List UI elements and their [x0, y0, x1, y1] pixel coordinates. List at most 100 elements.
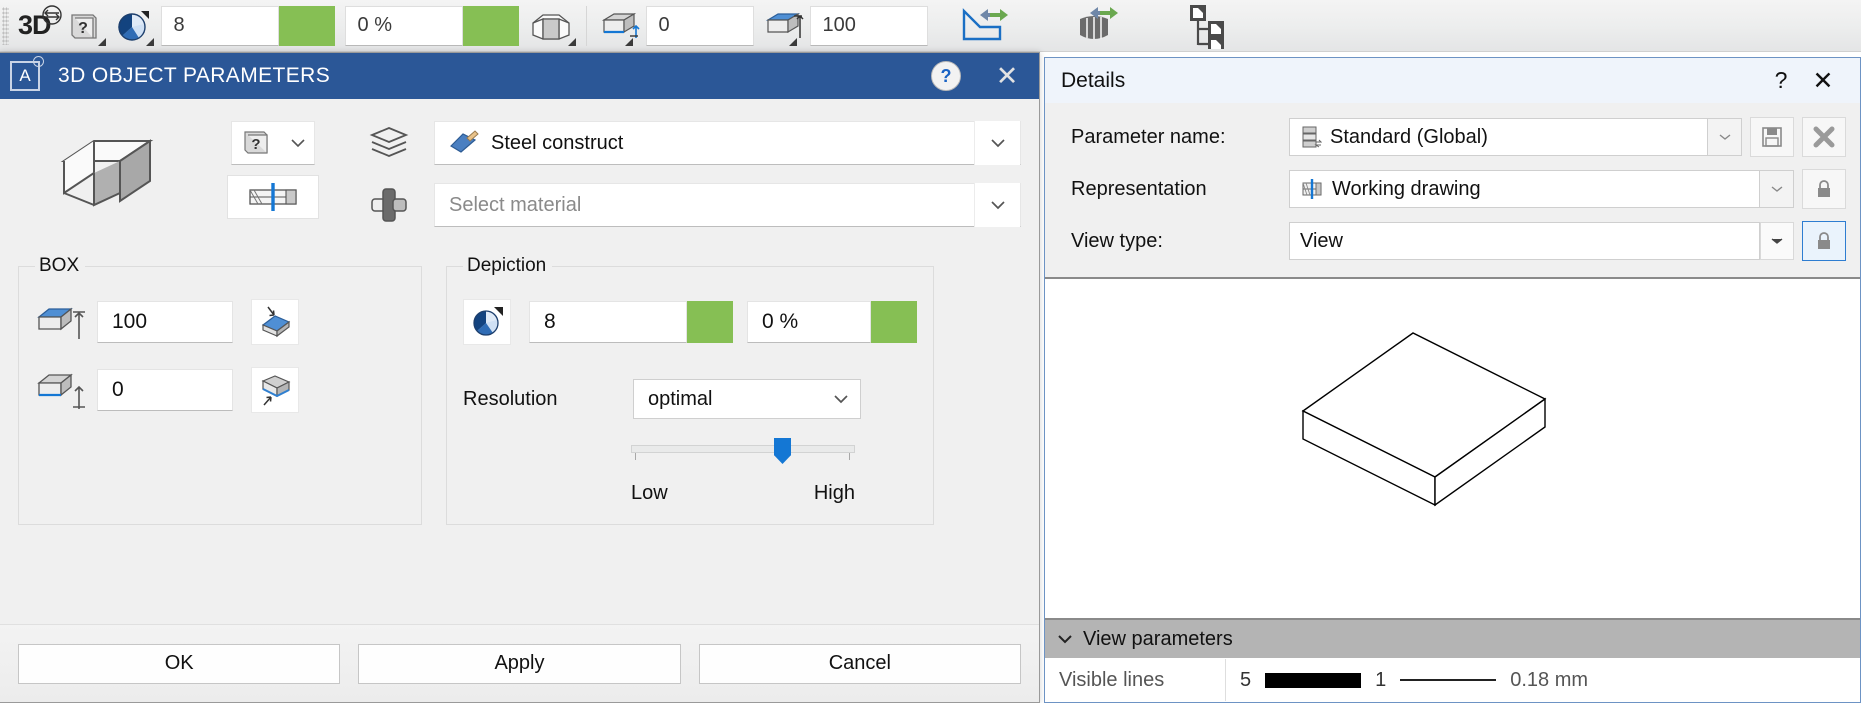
box-top-arrow-icon-wrap [35, 301, 97, 343]
vp-pen-swatch[interactable] [1265, 673, 1361, 688]
material-cross-icon [368, 186, 410, 224]
slider-low-label: Low [631, 482, 668, 505]
resolution-value: optimal [648, 388, 712, 411]
view-parameters-row[interactable]: Visible lines 5 1 0.18 mm [1045, 658, 1860, 702]
layer-combo[interactable]: Steel construct [434, 121, 1021, 165]
vp-linetype-preview[interactable] [1400, 679, 1496, 681]
toolbar-3d-label: 3D [13, 0, 60, 52]
object-parameters-dialog: A 3D OBJECT PARAMETERS ? ✕ [0, 52, 1040, 703]
representation-input[interactable]: Working drawing [1289, 170, 1760, 208]
apply-button[interactable]: Apply [358, 644, 680, 684]
toolbar-base-height-field[interactable]: 0 [595, 0, 759, 52]
section-lines-icon [244, 181, 302, 213]
box-base-arrow-icon [35, 369, 91, 411]
view-type-dropdown[interactable] [1760, 222, 1794, 260]
layer-row: Steel construct [368, 121, 1021, 165]
box-top-height-input[interactable]: 100 [97, 301, 233, 343]
vp-pen-number: 5 [1240, 669, 1251, 692]
material-combo[interactable]: Select material [434, 183, 1021, 227]
view-type-input[interactable]: View [1289, 222, 1760, 260]
fill-color-swatch[interactable] [463, 6, 519, 46]
cancel-button[interactable]: Cancel [699, 644, 1021, 684]
save-icon [1761, 126, 1783, 148]
resolution-slider[interactable]: Low High [631, 445, 855, 505]
dropdown-marker-icon [625, 38, 633, 46]
representation-lock-button[interactable] [1802, 169, 1846, 209]
depiction-pen-input[interactable]: 8 [529, 301, 687, 343]
view-parameters-header[interactable]: View parameters [1045, 620, 1860, 658]
dialog-title-bar[interactable]: A 3D OBJECT PARAMETERS ? ✕ [0, 53, 1039, 99]
toolbar-pen-thickness-field[interactable]: 8 [156, 0, 340, 52]
base-height-input[interactable]: 0 [646, 6, 754, 46]
profile-arrows-icon [956, 5, 1016, 47]
toolbar-hierarchy-button[interactable] [1175, 0, 1237, 52]
box-base-pick-button[interactable] [251, 367, 299, 413]
details-title-bar[interactable]: Details ? ✕ [1045, 58, 1860, 103]
representation-dropdown[interactable] [1760, 170, 1794, 208]
view-type-label: View type: [1071, 230, 1289, 253]
details-title: Details [1061, 69, 1762, 93]
depiction-pen-swatch[interactable] [687, 301, 733, 343]
dialog-title: 3D OBJECT PARAMETERS [58, 64, 931, 88]
pen-color-swatch[interactable] [279, 6, 335, 46]
chevron-down-icon [290, 137, 306, 149]
material-icon-wrap [368, 186, 434, 224]
app-icon: A [10, 61, 40, 91]
box-top-arrow-icon [35, 301, 91, 343]
depiction-transparency-swatch[interactable] [871, 301, 917, 343]
save-parameter-button[interactable] [1750, 117, 1794, 157]
box-top-icon [764, 8, 806, 44]
dialog-footer: OK Apply Cancel [0, 624, 1039, 702]
toolbar-separator [586, 6, 587, 46]
toolbar-top-height-field[interactable]: 100 [759, 0, 933, 52]
toolbar-solid-shape-button[interactable] [524, 0, 578, 52]
details-help-button[interactable]: ? [1762, 67, 1800, 94]
depiction-transparency-input[interactable]: 0 % [747, 301, 871, 343]
depiction-group: Depiction [446, 255, 934, 525]
toolbar-curved-extrude-button[interactable] [1063, 0, 1133, 52]
section-view-button[interactable] [227, 175, 319, 219]
top-height-input[interactable]: 100 [810, 6, 928, 46]
toolbar-object-type-button[interactable]: ? [60, 0, 108, 52]
layer-value: Steel construct [491, 132, 623, 155]
box-top-height-row: 100 [35, 299, 405, 345]
view-type-lock-button[interactable] [1802, 221, 1846, 261]
dialog-help-button[interactable]: ? [931, 61, 961, 91]
toolbar-profile-extrude-button[interactable] [951, 0, 1021, 52]
toolbar-transparency-field[interactable]: 0 % [340, 0, 524, 52]
details-close-button[interactable]: ✕ [1800, 66, 1846, 96]
view-parameters-title: View parameters [1083, 628, 1233, 651]
parameter-name-row: Parameter name: Standard (Global) [1071, 111, 1846, 163]
resolution-row: Resolution optimal [463, 379, 917, 419]
vp-row-cells: 5 1 0.18 mm [1226, 669, 1588, 692]
dropdown-marker-icon [98, 38, 106, 46]
vp-linetype-number: 1 [1375, 669, 1386, 692]
parameter-name-input[interactable]: Standard (Global) [1289, 118, 1708, 156]
representation-value: Working drawing [1332, 178, 1481, 201]
toolbar-pen-color-button[interactable] [108, 0, 156, 52]
resolution-combo[interactable]: optimal [633, 379, 861, 419]
pen-thickness-input[interactable]: 8 [161, 6, 279, 46]
delete-x-icon [1813, 126, 1835, 148]
toolbar-drag-grip[interactable] [2, 7, 9, 45]
layer-combo-arrow[interactable] [974, 121, 1020, 165]
lshape-3d-icon [58, 135, 168, 215]
delete-parameter-button[interactable] [1802, 117, 1846, 157]
pick-top-icon [257, 305, 293, 339]
slider-labels: Low High [631, 482, 855, 505]
box-base-height-input[interactable]: 0 [97, 369, 233, 411]
material-combo-arrow[interactable] [974, 183, 1020, 227]
ok-button[interactable]: OK [18, 644, 340, 684]
svg-text:?: ? [78, 20, 88, 37]
slider-track[interactable] [631, 445, 855, 453]
3d-preview-canvas[interactable] [1045, 277, 1860, 620]
dialog-close-button[interactable]: ✕ [987, 56, 1027, 96]
slider-high-label: High [814, 482, 855, 505]
depiction-group-legend: Depiction [463, 255, 552, 277]
shape-type-combo[interactable]: ? [231, 121, 315, 165]
parameter-name-dropdown[interactable] [1708, 118, 1742, 156]
box-top-pick-button[interactable] [251, 299, 299, 345]
transparency-input[interactable]: 0 % [345, 6, 463, 46]
layers-icon-wrap [368, 124, 434, 162]
depiction-pen-button[interactable] [463, 299, 511, 345]
